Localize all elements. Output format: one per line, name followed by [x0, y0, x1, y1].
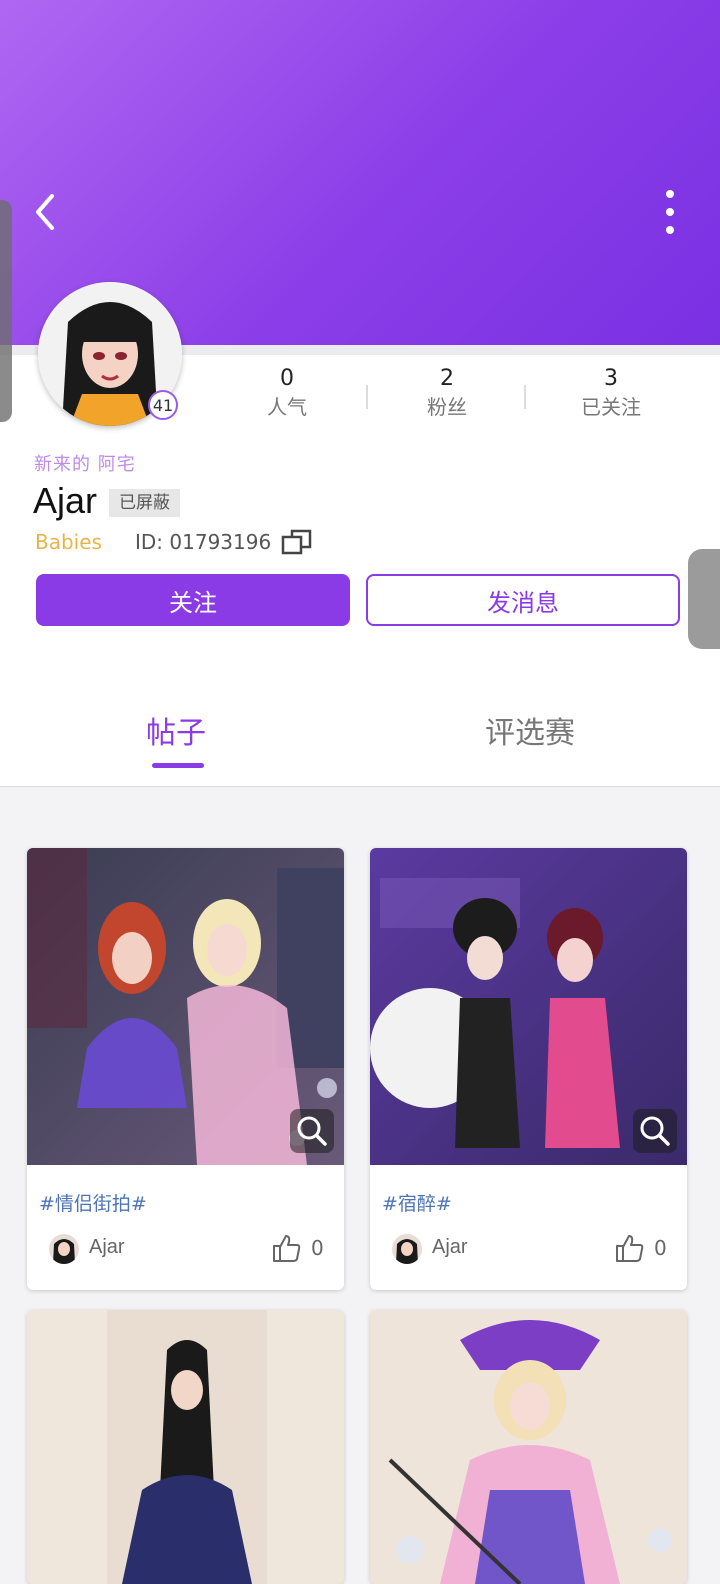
edge-handle-left[interactable] [0, 200, 12, 422]
post-image[interactable] [27, 1310, 344, 1584]
back-chevron-icon[interactable] [28, 190, 68, 234]
post-card[interactable] [370, 1310, 687, 1584]
stat-label: 粉丝 [427, 395, 467, 419]
follow-button[interactable]: 关注 [36, 574, 350, 626]
author-avatar[interactable] [49, 1234, 79, 1264]
thumbs-up-icon[interactable] [614, 1232, 646, 1264]
post-tag[interactable]: #宿醉# [382, 1189, 452, 1216]
active-tab-indicator [152, 763, 204, 768]
post-tag[interactable]: #情侣街拍# [39, 1189, 147, 1216]
author-avatar[interactable] [392, 1234, 422, 1264]
stat-label: 人气 [267, 395, 307, 419]
zoom-icon[interactable] [633, 1109, 677, 1153]
stat-value: 0 [280, 366, 294, 391]
post-card[interactable] [27, 1310, 344, 1584]
thumbs-up-icon[interactable] [271, 1232, 303, 1264]
send-message-button[interactable]: 发消息 [366, 574, 680, 626]
tab-contests[interactable]: 评选赛 [485, 708, 575, 752]
post-image[interactable] [370, 1310, 687, 1584]
stat-divider [366, 385, 368, 409]
blocked-badge: 已屏蔽 [109, 489, 180, 517]
more-vertical-icon[interactable] [652, 186, 688, 238]
like-count: 0 [654, 1236, 667, 1260]
author-name[interactable]: Ajar [432, 1236, 468, 1259]
user-id: ID: 01793196 [135, 530, 272, 554]
author-name[interactable]: Ajar [89, 1236, 125, 1259]
club-name[interactable]: Babies [35, 530, 102, 554]
stat-following[interactable]: 3 已关注 [536, 365, 686, 421]
zoom-icon[interactable] [290, 1109, 334, 1153]
copy-icon[interactable] [280, 528, 314, 556]
stat-label: 已关注 [581, 395, 641, 419]
level-badge: 41 [148, 390, 178, 420]
stat-value: 2 [440, 366, 454, 391]
user-titles: 新来的 阿宅 [34, 454, 136, 475]
post-card[interactable]: #情侣街拍# Ajar 0 [27, 848, 344, 1290]
edge-handle-right[interactable] [688, 549, 720, 649]
stat-value: 3 [604, 366, 618, 391]
username: Ajar [33, 480, 98, 521]
stat-popularity[interactable]: 0 人气 [212, 365, 362, 421]
stat-divider [524, 385, 526, 409]
post-card[interactable]: #宿醉# Ajar 0 [370, 848, 687, 1290]
stat-fans[interactable]: 2 粉丝 [372, 365, 522, 421]
like-count: 0 [311, 1236, 324, 1260]
profile-stats: 0 人气 2 粉丝 3 已关注 [210, 365, 720, 425]
tab-posts[interactable]: 帖子 [146, 708, 206, 752]
